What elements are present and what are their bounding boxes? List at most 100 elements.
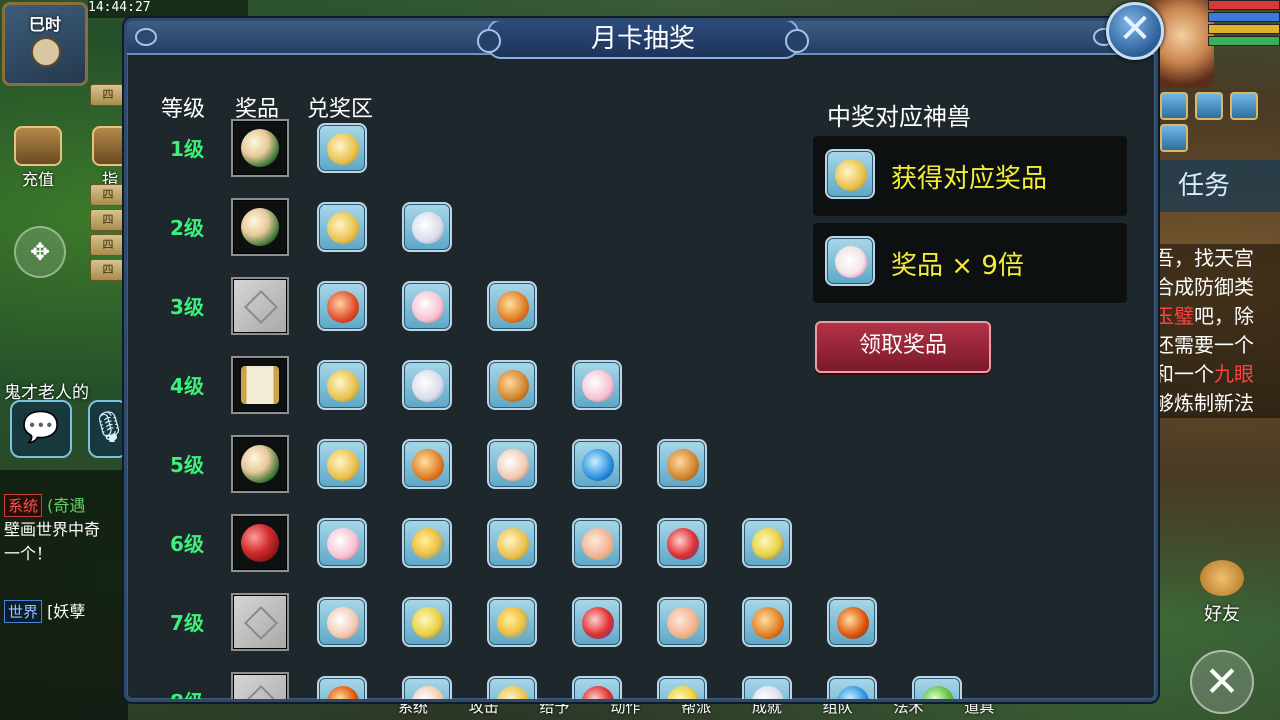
recharge-button[interactable]: 充值	[6, 126, 70, 190]
level-label: 8级	[170, 690, 204, 702]
gold-beast-icon[interactable]	[487, 518, 537, 568]
chat-panel[interactable]: 系统 (奇遇 壁画世界中奇 一个！ 世界 [妖孽	[0, 470, 128, 720]
chat-line-world: 世界 [妖孽	[4, 598, 85, 623]
close-button[interactable]: ✕	[1106, 2, 1164, 60]
prize-slot[interactable]	[231, 198, 289, 256]
deer-beast-icon[interactable]	[487, 360, 537, 410]
recharge-label: 充值	[21, 170, 54, 189]
red-beast-icon[interactable]	[317, 281, 367, 331]
level-row: 4级	[127, 356, 827, 416]
scroll-icon	[241, 366, 279, 404]
chest-icon[interactable]	[1160, 124, 1188, 152]
task-line: 吾，找天宫	[1154, 246, 1254, 270]
rule-text-multiplier: 奖品 × 9倍	[891, 251, 1024, 281]
pink-beast-icon[interactable]	[402, 281, 452, 331]
empty-prize-slot[interactable]	[231, 277, 289, 335]
deer-beast-icon[interactable]	[657, 439, 707, 489]
white-beast-icon[interactable]	[742, 676, 792, 699]
yellow-beast-icon[interactable]	[742, 518, 792, 568]
baby-beast-icon[interactable]	[572, 518, 622, 568]
level-row: 7级	[127, 593, 877, 653]
dialog-title: 月卡抽奖	[477, 21, 809, 59]
map-tab[interactable]: 四	[90, 234, 126, 256]
yellow-beast-icon[interactable]	[402, 597, 452, 647]
baby-beast-icon[interactable]	[657, 597, 707, 647]
map-tab[interactable]: 四	[90, 209, 126, 231]
task-line: 和一个九眼	[1154, 362, 1254, 386]
bun-icon	[241, 129, 279, 167]
fox-beast-icon[interactable]	[317, 597, 367, 647]
pink-beast-icon[interactable]	[317, 518, 367, 568]
yellow-beast-icon[interactable]	[657, 676, 707, 699]
orange-beast-icon[interactable]	[402, 439, 452, 489]
buff-icon[interactable]	[1195, 92, 1224, 120]
world-tag: 世界	[4, 600, 43, 623]
prize-slot[interactable]	[231, 356, 289, 414]
hp-bar	[1208, 0, 1280, 10]
empty-slot-icon	[244, 606, 278, 640]
rule-text-match: 获得对应奖品	[891, 164, 1048, 194]
white-beast-icon[interactable]	[402, 360, 452, 410]
pink-beast-icon[interactable]	[572, 360, 622, 410]
handshake-icon	[1200, 560, 1244, 596]
fox-beast-icon[interactable]	[402, 676, 452, 699]
chat-line: 壁画世界中奇	[4, 520, 101, 539]
orange-beast-icon[interactable]	[487, 281, 537, 331]
gold-beast-icon[interactable]	[317, 360, 367, 410]
victory-icon[interactable]	[1230, 92, 1259, 120]
task-line: 合成防御类	[1154, 275, 1254, 299]
move-arrows-icon[interactable]: ✥	[14, 226, 66, 278]
task-line: 玉璧吧，除	[1154, 304, 1254, 328]
prize-slot[interactable]	[231, 514, 289, 572]
fox-beast-icon[interactable]	[487, 439, 537, 489]
level-label: 6级	[170, 532, 204, 556]
map-tab[interactable]: 四	[90, 84, 126, 106]
minimap-pin-icon	[31, 37, 61, 67]
map-tab[interactable]: 四	[90, 184, 126, 206]
gold-beast-icon[interactable]	[317, 123, 367, 173]
chat-bubble-button[interactable]: 💬	[10, 400, 72, 458]
rainbow-beast-icon[interactable]	[402, 518, 452, 568]
green-beast-icon[interactable]	[912, 676, 962, 699]
chat-line-system: 系统 (奇遇	[4, 492, 85, 517]
microphone-button[interactable]: 🎙	[88, 400, 128, 458]
friends-button[interactable]: 好友	[1190, 560, 1254, 626]
task-tab[interactable]: 任务	[1160, 160, 1280, 212]
prize-slot[interactable]	[231, 435, 289, 493]
treasure-chest-icon	[14, 126, 62, 166]
dragon-beast-icon[interactable]	[572, 676, 622, 699]
cloud-swirl-icon	[135, 28, 157, 46]
orange-beast-icon[interactable]	[742, 597, 792, 647]
map-tab[interactable]: 四	[90, 259, 126, 281]
gold-beast-icon	[825, 149, 875, 199]
blue-beast-icon[interactable]	[827, 676, 877, 699]
level-row: 3级	[127, 277, 827, 337]
rule-box-match: 获得对应奖品	[813, 136, 1127, 216]
minimap[interactable]: 巳时	[2, 2, 88, 86]
monthly-card-lottery-dialog: 月卡抽奖 等级 奖品 兑奖区 1级 2级 3级 4级 5级 6级 7级 8级 中奖对应神兽 获…	[124, 18, 1158, 702]
white-beast-icon[interactable]	[402, 202, 452, 252]
fire-beast-icon[interactable]	[317, 676, 367, 699]
blue-beast-icon[interactable]	[572, 439, 622, 489]
level-label: 2级	[170, 216, 204, 240]
claim-prize-button[interactable]: 领取奖品	[815, 321, 991, 373]
gold-beast-icon[interactable]	[317, 439, 367, 489]
microphone-icon: 🎙	[90, 410, 129, 445]
anger-bar	[1208, 24, 1280, 34]
gold-beast-icon[interactable]	[487, 676, 537, 699]
empty-prize-slot[interactable]	[231, 672, 289, 699]
level-row: 1级	[127, 119, 827, 179]
empty-prize-slot[interactable]	[231, 593, 289, 651]
gold-beast-icon[interactable]	[317, 202, 367, 252]
minimap-time-label: 巳时	[28, 15, 61, 34]
close-x-icon: ✕	[1204, 657, 1240, 706]
level-row: 5级	[127, 435, 827, 495]
buff-icon[interactable]	[1160, 92, 1188, 120]
exit-button[interactable]: ✕	[1190, 650, 1254, 714]
prize-slot[interactable]	[231, 119, 289, 177]
dragon-beast-icon[interactable]	[657, 518, 707, 568]
clock: 14:44:27	[88, 0, 248, 18]
fire-beast-icon[interactable]	[827, 597, 877, 647]
rainbow-beast-icon[interactable]	[487, 597, 537, 647]
dragon-beast-icon[interactable]	[572, 597, 622, 647]
